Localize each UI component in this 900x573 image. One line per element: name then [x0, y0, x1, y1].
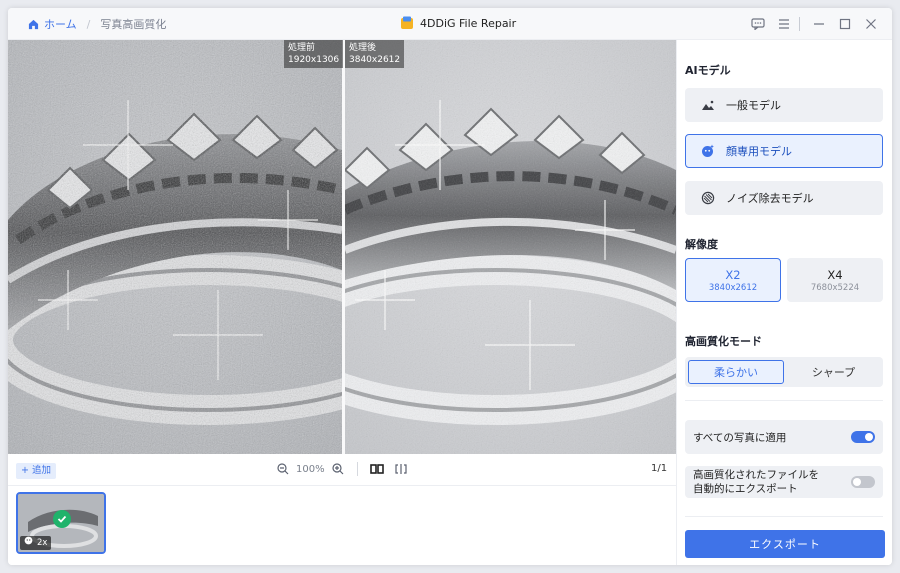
after-label: 処理後	[349, 43, 377, 53]
page-indicator: 1/1	[651, 463, 668, 474]
split-view-button[interactable]	[394, 462, 408, 476]
title-bar: ホーム / 写真高画質化 4DDiG File Repair	[8, 8, 892, 40]
auto-export-label-line2: 自動的にエクスポート	[693, 483, 798, 495]
mode-option-soft[interactable]: 柔らかい	[688, 360, 784, 384]
breadcrumb-separator: /	[86, 17, 91, 31]
close-icon	[866, 19, 876, 29]
panel-divider	[685, 516, 883, 517]
panel-divider	[685, 400, 883, 401]
resolution-size: 7680x5224	[810, 282, 860, 293]
menu-button[interactable]	[773, 14, 795, 34]
model-option-general[interactable]: 一般モデル	[685, 88, 883, 122]
window-controls-divider	[799, 17, 800, 31]
completed-check-icon	[53, 510, 71, 528]
close-button[interactable]	[860, 14, 882, 34]
breadcrumb-current: 写真高画質化	[100, 18, 167, 31]
mode-option-sharp[interactable]: シャープ	[787, 360, 880, 384]
before-label: 処理前	[288, 43, 316, 53]
resolution-heading: 解像度	[685, 238, 718, 251]
apply-all-row: すべての写真に適用	[685, 420, 883, 454]
minimize-button[interactable]	[808, 14, 830, 34]
zoom-in-icon	[331, 463, 344, 475]
noise-icon	[700, 191, 716, 205]
scale-badge-label: 2x	[37, 538, 48, 548]
app-window: ホーム / 写真高画質化 4DDiG File Repair 処理前 1920x…	[8, 8, 892, 565]
model-option-label: 顔専用モデル	[726, 145, 792, 158]
side-by-side-view-button[interactable]	[369, 462, 384, 476]
model-option-noise[interactable]: ノイズ除去モデル	[685, 181, 883, 215]
zoom-controls: 100%	[276, 462, 408, 476]
maximize-button[interactable]	[834, 14, 856, 34]
side-by-side-icon	[369, 464, 384, 474]
scale-badge: 2x	[20, 536, 52, 550]
toolbar-divider	[356, 462, 358, 476]
apply-all-toggle[interactable]	[851, 431, 875, 443]
breadcrumb-home-label: ホーム	[44, 18, 77, 31]
breadcrumb-home[interactable]: ホーム	[28, 16, 77, 32]
app-logo-icon	[401, 16, 413, 29]
zoom-out-icon	[277, 463, 289, 475]
resolution-size: 3840x2612	[708, 282, 758, 293]
auto-export-toggle[interactable]	[851, 476, 875, 488]
export-button[interactable]: エクスポート	[685, 530, 885, 558]
hamburger-icon	[779, 19, 789, 29]
ai-model-heading: AIモデル	[685, 64, 731, 77]
window-controls	[743, 14, 882, 34]
split-view-icon	[394, 464, 407, 474]
auto-export-label-line1: 高画質化されたファイルを	[693, 469, 819, 481]
home-icon	[28, 19, 39, 29]
resolution-label: X2	[725, 267, 741, 282]
mountain-icon	[700, 99, 716, 111]
before-tag: 処理前 1920x1306	[284, 40, 344, 68]
zoom-out-button[interactable]	[276, 462, 290, 476]
mode-heading: 高画質化モード	[685, 335, 762, 348]
mode-selector: 柔らかい シャープ	[685, 357, 883, 387]
resolution-option-x4[interactable]: X4 7680x5224	[787, 258, 883, 302]
comparison-preview: 処理前 1920x1306 処理後 3840x2612	[8, 40, 676, 454]
after-image	[345, 40, 676, 454]
resolution-option-x2[interactable]: X2 3840x2612	[685, 258, 781, 302]
preview-toolbar: + 追加 100% 1/1	[8, 454, 676, 486]
resolution-label: X4	[827, 267, 843, 282]
model-option-label: ノイズ除去モデル	[726, 192, 814, 205]
thumbnail-item[interactable]: 2x	[16, 492, 106, 554]
after-tag: 処理後 3840x2612	[345, 40, 405, 68]
settings-panel: AIモデル 一般モデル 顔専用モデル ノイズ除去モデル 解像度 X2 3840x…	[676, 40, 892, 565]
chat-icon	[751, 18, 765, 30]
before-image	[8, 40, 342, 454]
app-title-text: 4DDiG File Repair	[420, 16, 517, 30]
face-model-icon	[24, 536, 33, 550]
model-option-face[interactable]: 顔専用モデル	[685, 134, 883, 168]
feedback-button[interactable]	[747, 14, 769, 34]
zoom-value: 100%	[296, 463, 325, 475]
thumbnail-strip: 2x	[8, 486, 676, 565]
face-icon	[700, 144, 716, 158]
maximize-icon	[839, 18, 851, 30]
before-size: 1920x1306	[288, 55, 340, 65]
after-size: 3840x2612	[349, 55, 401, 65]
breadcrumb: ホーム / 写真高画質化	[28, 16, 166, 32]
app-title: 4DDiG File Repair	[400, 16, 516, 30]
model-option-label: 一般モデル	[726, 99, 781, 112]
auto-export-row: 高画質化されたファイルを 自動的にエクスポート	[685, 466, 883, 498]
add-photo-button[interactable]: + 追加	[16, 463, 56, 479]
minimize-icon	[814, 23, 824, 25]
zoom-in-button[interactable]	[331, 462, 345, 476]
apply-all-label: すべての写真に適用	[693, 431, 787, 444]
